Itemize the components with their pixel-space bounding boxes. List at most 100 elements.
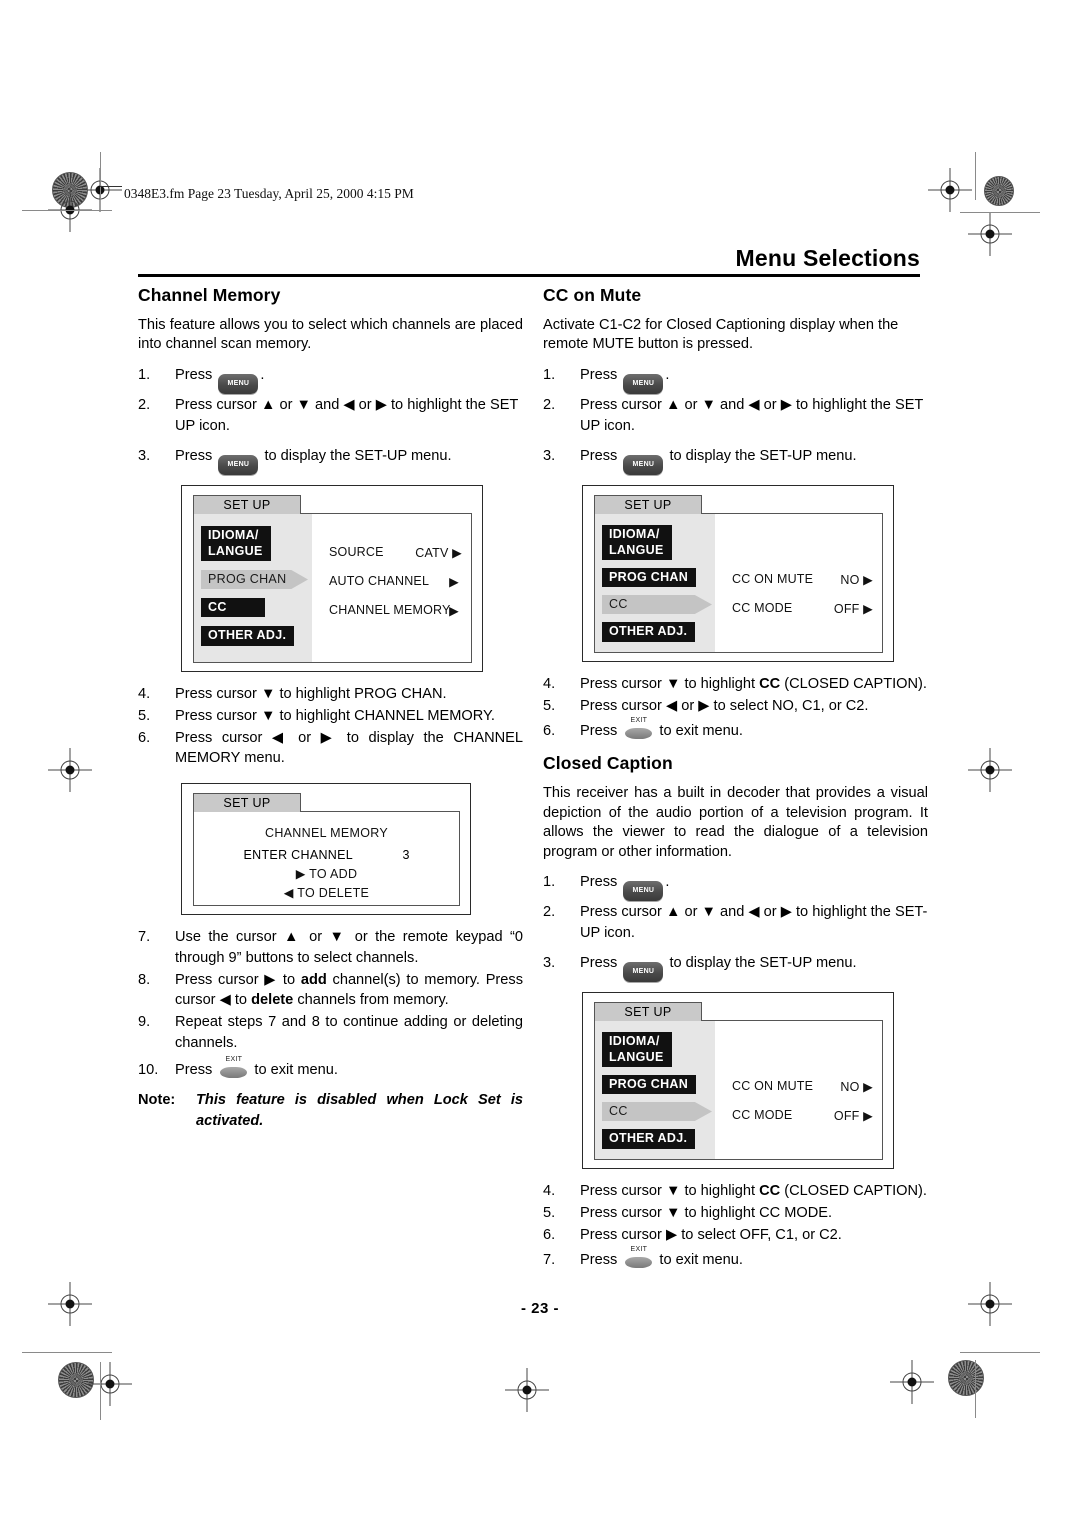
cc-on-mute-step-3: 3. Press MENU to display the SET-UP menu…	[543, 446, 928, 476]
exit-button-cap	[625, 727, 653, 739]
osd-row-label: CC MODE	[732, 1108, 793, 1123]
osd-title-channel-memory: CHANNEL MEMORY	[265, 826, 388, 841]
list-item: 5. Press cursor ▼ to highlight CC MODE.	[543, 1203, 928, 1224]
list-item: 2. Press cursor ▲ or ▼ and ◀ or ▶ to hig…	[543, 395, 928, 436]
step-number: 7.	[138, 929, 151, 946]
step-number: 7.	[543, 1251, 556, 1268]
channel-memory-step-3: 3. Press MENU to display the SET-UP menu…	[138, 446, 523, 476]
osd-row-label: AUTO CHANNEL	[329, 574, 430, 589]
exit-button-label: EXIT	[225, 1056, 243, 1064]
channel-memory-intro: This feature allows you to select which …	[138, 317, 523, 353]
osd-enter-channel-value: 3	[402, 848, 410, 863]
step-number: 5.	[138, 707, 151, 724]
step-number: 1.	[543, 366, 556, 383]
list-item: 3. Press MENU to display the SET-UP menu…	[543, 446, 928, 476]
osd-row-label: CC ON MUTE	[732, 1079, 814, 1094]
channel-memory-steps-4-6: 4. Press cursor ▼ to highlight PROG CHAN…	[138, 684, 523, 769]
closed-caption-steps-1-2: 1. Press MENU. 2. Press cursor ▲ or ▼ an…	[543, 872, 928, 943]
step-period: .	[665, 366, 670, 383]
step-text: Press MENU to display the SET-UP menu.	[175, 446, 523, 476]
step-text: Press cursor ▼ to highlight CC MODE.	[580, 1205, 833, 1222]
section-heading-closed-caption: Closed Caption	[543, 753, 673, 774]
osd-row-label: CC ON MUTE	[732, 572, 814, 587]
halftone-dot-bottom-right	[948, 1360, 984, 1396]
step-number: 5.	[543, 1205, 556, 1222]
step-text: Press cursor ◀ or ▶ to select NO, C1, or…	[580, 697, 869, 714]
registration-crosshair-bottom-center	[505, 1368, 549, 1412]
osd-menu-item-label: OTHER ADJ.	[602, 622, 696, 642]
step-text: Press MENU.	[175, 365, 523, 394]
exit-button-icon[interactable]: EXIT	[625, 717, 653, 739]
page-number: - 23 -	[520, 1300, 559, 1317]
osd-enter-channel-row[interactable]: ENTER CHANNEL 3	[194, 846, 459, 864]
osd-menu-item-label: OTHER ADJ.	[602, 1129, 696, 1149]
osd-tab-setup: SET UP	[193, 495, 301, 515]
list-item: 2. Press cursor ▲ or ▼ and ◀ or ▶ to hig…	[138, 395, 523, 436]
step-text: Press cursor ▼ to highlight CC (CLOSED C…	[580, 676, 927, 693]
step-number: 4.	[543, 676, 556, 693]
step-number: 6.	[543, 1226, 556, 1243]
trim-line-lower-right-horizontal	[960, 1352, 1040, 1353]
closed-caption-steps-4-7: 4. Press cursor ▼ to highlight CC (CLOSE…	[543, 1181, 928, 1270]
osd-row-value: CATV ▶	[415, 546, 462, 561]
step-text: Repeat steps 7 and 8 to continue adding …	[175, 1014, 523, 1051]
note-block: Note: This feature is disabled when Lock…	[138, 1090, 523, 1131]
menu-button-icon[interactable]: MENU	[218, 455, 259, 476]
cc-on-mute-steps-4-6: 4. Press cursor ▼ to highlight CC (CLOSE…	[543, 674, 928, 741]
osd-row-label: SOURCE	[329, 545, 384, 560]
list-item: 8. Press cursor ▶ to add channel(s) to m…	[138, 970, 523, 1011]
exit-button-icon[interactable]: EXIT	[220, 1056, 248, 1079]
right-column: CC on Mute Activate C1-C2 for Closed Cap…	[543, 285, 928, 1271]
osd-menu-item-label: PROG CHAN	[208, 571, 287, 586]
step-tail: to display the SET-UP menu.	[669, 955, 857, 972]
list-item: 3. Press MENU to display the SET-UP menu…	[138, 446, 523, 476]
exit-button-icon[interactable]: EXIT	[625, 1246, 653, 1268]
osd-row-value: NO ▶	[840, 1080, 873, 1095]
registration-crosshair-top-right	[928, 168, 972, 212]
step-text: Press cursor ◀ or ▶ to display the CHANN…	[175, 729, 523, 767]
step-text: Press cursor ▼ to highlight CC (CLOSED C…	[580, 1183, 927, 1200]
registration-crosshair-mid-left	[48, 748, 92, 792]
slug-rule	[100, 186, 122, 187]
step-number: 5.	[543, 697, 556, 714]
step-text: Use the cursor ▲ or ▼ or the remote keyp…	[175, 929, 523, 966]
page-title: Menu Selections	[735, 245, 920, 271]
menu-button-icon[interactable]: MENU	[623, 962, 664, 983]
step-text: Press MENU.	[580, 872, 928, 902]
step-text: Press cursor ▲ or ▼ and ◀ or ▶ to highli…	[580, 396, 924, 434]
press-label: Press	[580, 874, 618, 891]
header-rule	[138, 274, 920, 277]
step-number: 3.	[543, 448, 556, 465]
step-text: Press cursor ▶ to add channel(s) to memo…	[175, 971, 523, 1009]
osd-to-delete-line: ◀ TO DELETE	[283, 886, 370, 901]
closed-caption-intro: This receiver has a built in decoder tha…	[543, 785, 928, 860]
menu-button-icon[interactable]: MENU	[623, 881, 664, 902]
registration-crosshair-upper-corner-right	[968, 212, 1012, 256]
osd-row-label: CHANNEL MEMORY	[329, 603, 451, 618]
list-item: 6. Press EXIT to exit menu.	[543, 717, 928, 742]
cc-on-mute-intro: Activate C1-C2 for Closed Captioning dis…	[543, 317, 899, 353]
menu-button-icon[interactable]: MENU	[623, 455, 664, 476]
exit-button-label: EXIT	[630, 716, 648, 724]
press-label: Press	[580, 366, 618, 383]
channel-memory-steps-1-3: 1. Press MENU. 2. Press cursor ▲ or ▼ an…	[138, 365, 523, 436]
step-number: 1.	[543, 874, 556, 891]
osd-row-label: CC MODE	[732, 601, 793, 616]
list-item: 6. Press cursor ◀ or ▶ to display the CH…	[138, 728, 523, 769]
menu-button-icon[interactable]: MENU	[218, 373, 259, 394]
step-number: 4.	[543, 1183, 556, 1200]
note-label: Note:	[138, 1092, 176, 1109]
step-number: 3.	[543, 955, 556, 972]
bold-add: add	[300, 971, 327, 988]
list-item: 9. Repeat steps 7 and 8 to continue addi…	[138, 1012, 523, 1053]
trim-line-bottom-right-vertical	[975, 1360, 976, 1418]
list-item: 1. Press MENU.	[138, 365, 523, 394]
menu-button-icon[interactable]: MENU	[623, 373, 664, 394]
step-number: 1.	[138, 366, 151, 383]
trim-line-lower-left-horizontal	[22, 1352, 112, 1353]
trim-line-top-right-vertical	[975, 152, 976, 200]
list-item: 4. Press cursor ▼ to highlight CC (CLOSE…	[543, 674, 928, 695]
list-item: 10. Press EXIT to exit menu.	[138, 1056, 523, 1081]
cc-on-mute-steps-1-2: 1. Press MENU. 2. Press cursor ▲ or ▼ an…	[543, 365, 928, 436]
osd-menu-item-label: IDIOMA/ LANGUE	[201, 526, 271, 561]
